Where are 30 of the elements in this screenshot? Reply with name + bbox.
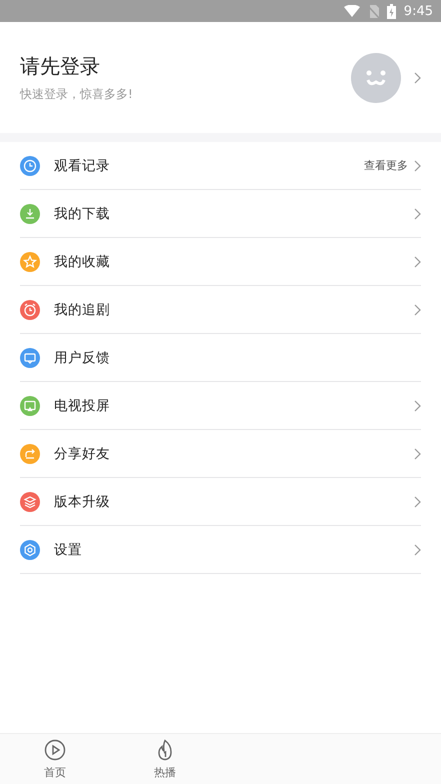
- menu-label: 版本升级: [54, 492, 110, 510]
- login-subtitle: 快速登录，惊喜多多!: [20, 86, 134, 102]
- play-icon: [44, 738, 66, 760]
- chevron-icon: [414, 72, 421, 84]
- menu-label: 用户反馈: [54, 348, 110, 366]
- no-sim-icon: [368, 4, 379, 18]
- more-link[interactable]: 查看更多: [364, 158, 408, 173]
- menu-label: 观看记录: [54, 156, 110, 174]
- menu-item[interactable]: 用户反馈: [20, 334, 421, 382]
- menu-item[interactable]: 设置: [20, 526, 421, 574]
- menu-item[interactable]: 观看记录 查看更多: [20, 142, 421, 190]
- menu-label: 我的收藏: [54, 252, 110, 270]
- avatar-icon[interactable]: [351, 52, 401, 102]
- menu-item[interactable]: 我的追剧: [20, 286, 421, 334]
- login-title[interactable]: 请先登录: [20, 52, 343, 80]
- menu-label: 设置: [54, 540, 82, 558]
- menu-label: 我的追剧: [54, 300, 110, 318]
- menu-label: 分享好友: [54, 444, 110, 462]
- menu-item[interactable]: 版本升级: [20, 478, 421, 526]
- menu-item[interactable]: 电视投屏: [20, 382, 421, 430]
- menu-item[interactable]: 我的下载: [20, 190, 421, 238]
- status-time: 9:45: [404, 4, 433, 18]
- menu-label: 电视投屏: [54, 396, 110, 414]
- menu-item[interactable]: 我的收藏: [20, 238, 421, 286]
- nav-tab[interactable]: 首页: [0, 734, 110, 784]
- menu-label: 我的下载: [54, 204, 110, 222]
- battery-icon: [386, 4, 396, 18]
- wifi-icon: [344, 4, 360, 18]
- nav-tab[interactable]: 热播: [110, 734, 220, 784]
- menu-item[interactable]: 分享好友: [20, 430, 421, 478]
